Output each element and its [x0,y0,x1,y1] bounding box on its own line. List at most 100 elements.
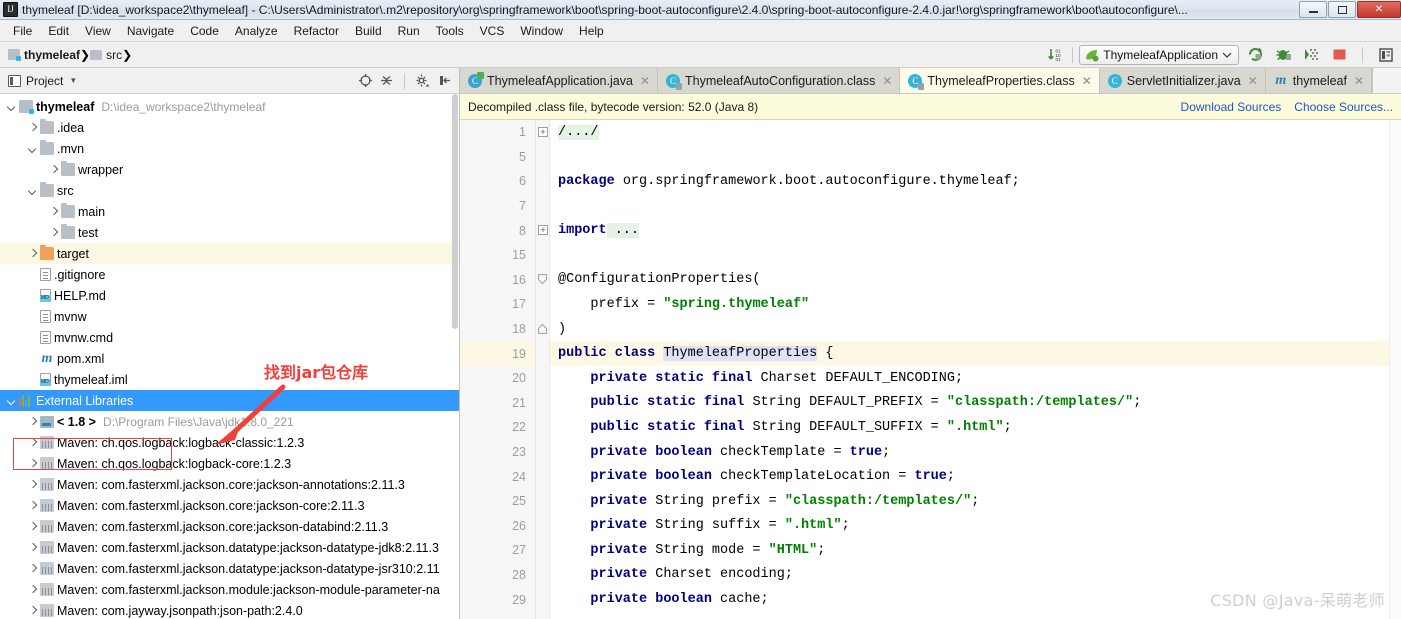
editor-tab-servletinitializer-java[interactable]: C ServletInitializer.java ✕ [1099,68,1266,93]
code-line[interactable] [550,243,1401,268]
code-line[interactable]: import ... [550,218,1401,243]
fold-expand-icon[interactable]: + [538,225,548,236]
code-editor[interactable]: 1 5 6 7 8 15 16 17 18 19 20 21 22 23 24 25 26 27 28 29 + + /… [460,120,1401,619]
locate-target-icon[interactable] [356,72,374,90]
breadcrumb-item-thymeleaf[interactable]: thymeleaf [8,48,80,62]
code-line[interactable]: public class ThymeleafProperties { [550,341,1401,366]
chevron-right-icon[interactable] [48,206,59,217]
project-panel-scrollbar[interactable] [451,94,459,619]
code-line[interactable]: private static final Charset DEFAULT_ENC… [550,366,1401,391]
tree-node[interactable]: Maven: com.fasterxml.jackson.module:jack… [0,579,459,600]
choose-sources-link[interactable]: Choose Sources... [1294,100,1393,114]
code-line[interactable]: private Charset encoding; [550,563,1401,588]
editor-fold-column[interactable]: + + [536,120,550,619]
code-line[interactable]: private String mode = "HTML"; [550,538,1401,563]
menu-item-window[interactable]: Window [512,22,571,40]
tree-node[interactable]: m pom.xml [0,348,459,369]
menu-item-run[interactable]: Run [390,22,428,40]
maximize-button[interactable] [1328,1,1356,18]
editor-tab-thymeleafproperties-class[interactable]: C ThymeleafProperties.class ✕ [900,68,1100,93]
editor-gutter[interactable]: 1 5 6 7 8 15 16 17 18 19 20 21 22 23 24 25 26 27 28 29 [460,120,536,619]
chevron-right-icon[interactable] [27,563,38,574]
editor-code-content[interactable]: /.../ package org.springframework.boot.au… [550,120,1401,619]
tree-node[interactable]: Maven: com.fasterxml.jackson.datatype:ja… [0,558,459,579]
project-panel-title[interactable]: Project [26,74,63,88]
code-line[interactable]: public static final String DEFAULT_SUFFI… [550,415,1401,440]
menu-item-refactor[interactable]: Refactor [286,22,347,40]
sort-numeric-icon[interactable]: 01 10 01 [1044,44,1066,66]
tree-node[interactable]: Maven: com.fasterxml.jackson.datatype:ja… [0,537,459,558]
chevron-right-icon[interactable] [27,437,38,448]
code-line[interactable]: package org.springframework.boot.autocon… [550,169,1401,194]
code-line[interactable]: @ConfigurationProperties( [550,268,1401,293]
run-configuration-selector[interactable]: ThymeleafApplication [1079,44,1239,65]
menu-item-build[interactable]: Build [347,22,390,40]
tree-node[interactable]: .mvn [0,138,459,159]
tree-node[interactable]: thymeleaf D:\idea_workspace2\thymeleaf [0,96,459,117]
chevron-right-icon[interactable] [27,500,38,511]
breadcrumb-item-src[interactable]: src [90,48,122,62]
code-line[interactable]: private String suffix = ".html"; [550,514,1401,539]
code-line[interactable] [550,145,1401,170]
chevron-right-icon[interactable] [27,584,38,595]
chevron-right-icon[interactable] [48,164,59,175]
menu-item-edit[interactable]: Edit [40,22,77,40]
chevron-right-icon[interactable] [48,227,59,238]
editor-tab-thymeleafapplication-java[interactable]: C ThymeleafApplication.java ✕ [460,68,658,93]
menu-item-code[interactable]: Code [182,22,227,40]
chevron-right-icon[interactable] [27,479,38,490]
close-icon[interactable]: ✕ [882,74,892,88]
tree-node[interactable]: Maven: com.fasterxml.jackson.core:jackso… [0,495,459,516]
code-line[interactable] [550,194,1401,219]
close-icon[interactable]: ✕ [1248,74,1258,88]
chevron-down-icon[interactable]: ▼ [69,76,77,85]
tree-node[interactable]: target [0,243,459,264]
debug-button[interactable] [1272,44,1294,66]
scrollbar-thumb[interactable] [452,94,458,329]
minimize-button[interactable] [1299,1,1327,18]
tree-node[interactable]: main [0,201,459,222]
chevron-down-icon[interactable] [27,143,38,154]
run-with-coverage-button[interactable] [1300,44,1322,66]
code-line[interactable]: private boolean checkTemplate = true; [550,440,1401,465]
chevron-down-icon[interactable] [27,185,38,196]
settings-gear-icon[interactable] [414,72,432,90]
menu-item-help[interactable]: Help [571,22,612,40]
tree-node[interactable]: src [0,180,459,201]
tree-node[interactable]: .idea [0,117,459,138]
chevron-down-icon[interactable] [6,101,17,112]
code-line[interactable]: public static final String DEFAULT_PREFI… [550,391,1401,416]
menu-item-vcs[interactable]: VCS [472,22,513,40]
fold-collapse-start-icon[interactable] [538,273,547,284]
tree-node[interactable]: Maven: com.fasterxml.jackson.core:jackso… [0,474,459,495]
code-line[interactable]: private String prefix = "classpath:/temp… [550,489,1401,514]
editor-tab-thymeleaf[interactable]: m thymeleaf ✕ [1265,68,1373,93]
menu-item-file[interactable]: File [5,22,40,40]
chevron-right-icon[interactable] [27,542,38,553]
collapse-all-icon[interactable] [377,72,395,90]
code-line[interactable]: private boolean cache; [550,587,1401,612]
menu-item-analyze[interactable]: Analyze [227,22,286,40]
tree-node[interactable]: wrapper [0,159,459,180]
download-sources-link[interactable]: Download Sources [1181,100,1282,114]
chevron-down-icon[interactable] [6,395,17,406]
close-icon[interactable]: ✕ [1082,74,1092,88]
chevron-right-icon[interactable] [27,122,38,133]
tree-node[interactable]: .gitignore [0,264,459,285]
chevron-right-icon[interactable] [27,521,38,532]
layout-icon[interactable] [1375,44,1397,66]
editor-error-stripe[interactable] [1389,120,1401,619]
tree-node[interactable]: HELP.md [0,285,459,306]
fold-collapse-end-icon[interactable] [538,323,547,334]
tree-node[interactable]: Maven: com.fasterxml.jackson.core:jackso… [0,516,459,537]
tree-node[interactable]: Maven: ch.qos.logback:logback-core:1.2.3 [0,453,459,474]
code-line[interactable]: private boolean checkTemplateLocation = … [550,464,1401,489]
project-tree[interactable]: thymeleaf D:\idea_workspace2\thymeleaf .id… [0,94,459,619]
run-button[interactable] [1244,44,1266,66]
tree-node[interactable]: Maven: com.jayway.jsonpath:json-path:2.4… [0,600,459,619]
chevron-right-icon[interactable] [27,605,38,616]
hide-panel-icon[interactable] [435,72,453,90]
close-icon[interactable]: ✕ [1354,74,1364,88]
menu-item-tools[interactable]: Tools [428,22,472,40]
code-line[interactable]: ) [550,317,1401,342]
